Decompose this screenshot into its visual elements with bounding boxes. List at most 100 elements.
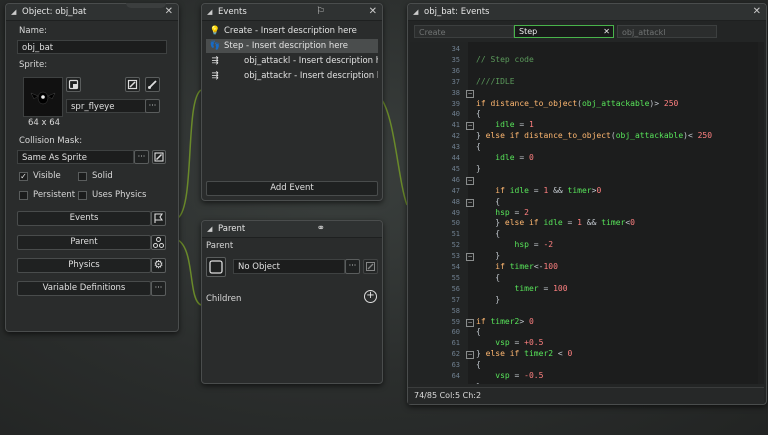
fold-toggle-icon[interactable]: − xyxy=(466,318,474,327)
code-panel-title[interactable]: ◢ obj_bat: Events ✕ xyxy=(408,4,766,21)
code-line: } xyxy=(476,294,501,304)
line-number: 34 xyxy=(451,45,460,53)
parent-select[interactable]: No Object xyxy=(233,259,345,274)
gear-icon[interactable]: ⚙ xyxy=(151,258,166,273)
code-line: } xyxy=(476,382,481,384)
collapse-icon[interactable]: ◢ xyxy=(413,4,418,20)
line-number: 56 xyxy=(451,284,460,293)
add-event-button[interactable]: Add Event xyxy=(206,181,378,196)
line-number: 47 xyxy=(451,186,460,195)
hierarchy-icon[interactable]: ⚭ xyxy=(317,221,325,237)
solid-label: Solid xyxy=(92,171,113,181)
variable-definitions-button[interactable]: Variable Definitions xyxy=(17,281,151,296)
code-line: idle = 1 xyxy=(495,120,534,130)
code-editor[interactable]: 34 35// Step code 36 37////IDLE 38−39 if dist… xyxy=(410,42,764,384)
flag-icon[interactable] xyxy=(151,211,166,226)
object-icon[interactable] xyxy=(206,257,226,277)
close-icon[interactable]: ✕ xyxy=(165,4,173,20)
children-label: Children xyxy=(206,294,242,304)
code-line: { xyxy=(476,109,481,119)
code-line: if idle = 1 && timer>0 xyxy=(495,185,602,195)
visible-checkbox[interactable]: ✓ xyxy=(19,172,28,181)
line-number: 50 xyxy=(451,219,460,228)
code-editor-panel: ◢ obj_bat: Events ✕ Create Step ✕ obj_at… xyxy=(407,3,767,405)
line-number: 49 xyxy=(451,208,460,217)
physics-button[interactable]: Physics xyxy=(17,258,151,273)
collapse-icon[interactable]: ◢ xyxy=(11,4,16,20)
edit-sprite-button[interactable] xyxy=(125,77,140,92)
line-number: 63 xyxy=(451,361,460,370)
close-icon[interactable]: ✕ xyxy=(369,4,377,20)
code-line: } else if idle = 1 && timer<0 xyxy=(476,218,635,228)
code-line: if timer2> 0 xyxy=(476,316,534,326)
line-number: 60 xyxy=(451,328,460,337)
parent-button[interactable]: Parent xyxy=(17,235,151,250)
event-item-step[interactable]: 👣 Step - Insert description here xyxy=(206,39,378,53)
line-number: 64 xyxy=(451,372,460,380)
uses-physics-checkbox[interactable] xyxy=(78,191,87,200)
persistent-checkbox[interactable] xyxy=(19,191,28,200)
sprite-more-button[interactable]: ··· xyxy=(145,99,160,113)
line-number: 37 xyxy=(451,77,460,86)
line-number: 57 xyxy=(451,295,460,304)
vardef-more-button[interactable]: ··· xyxy=(151,281,166,296)
line-number: 41 xyxy=(451,121,460,130)
code-line: { xyxy=(476,229,501,239)
collapse-icon[interactable]: ◢ xyxy=(207,221,212,237)
line-number: 46 xyxy=(451,175,460,184)
new-sprite-button[interactable] xyxy=(66,77,81,92)
line-number: 52 xyxy=(451,241,460,250)
events-button[interactable]: Events xyxy=(17,211,151,226)
event-label: Step - Insert description here xyxy=(224,41,349,51)
tab-create[interactable]: Create xyxy=(414,25,514,38)
parent-panel: ◢ Parent ⚭ Parent No Object ··· Children… xyxy=(201,220,383,384)
code-line: ////IDLE xyxy=(476,76,515,86)
line-number: 36 xyxy=(451,66,460,75)
event-item-obj-attackl[interactable]: ⇶ obj_attackl - Insert description here xyxy=(206,54,378,68)
collision-icon: ⇶ xyxy=(211,56,219,66)
line-number: 61 xyxy=(451,339,460,348)
fold-toggle-icon[interactable]: − xyxy=(466,176,474,185)
scrollbar[interactable] xyxy=(758,42,764,384)
object-panel-title-text: Object: obj_bat xyxy=(22,7,87,17)
persistent-label: Persistent xyxy=(33,190,76,200)
bulb-icon: 💡 xyxy=(209,26,221,36)
parent-more-button[interactable]: ··· xyxy=(345,259,360,274)
collision-icon: ⇶ xyxy=(211,71,219,81)
sprite-preview[interactable] xyxy=(23,77,63,117)
line-number: 58 xyxy=(451,306,460,315)
event-item-create[interactable]: 💡 Create - Insert description here xyxy=(206,24,378,38)
brush-icon[interactable] xyxy=(145,77,160,92)
line-number: 43 xyxy=(451,143,460,152)
sprite-label: Sprite: xyxy=(19,60,48,70)
line-number: 35 xyxy=(451,55,460,64)
solid-checkbox[interactable] xyxy=(78,172,87,181)
edit-parent-button[interactable] xyxy=(363,259,378,274)
event-item-obj-attackr[interactable]: ⇶ obj_attackr - Insert description here xyxy=(206,69,378,83)
edit-mask-button[interactable] xyxy=(152,150,166,164)
events-panel-title[interactable]: ◢ Events ⚐ ✕ xyxy=(202,4,382,21)
collapse-icon[interactable]: ◢ xyxy=(207,4,212,20)
name-field[interactable]: obj_bat xyxy=(17,40,167,54)
flag-icon[interactable]: ⚐ xyxy=(316,4,325,20)
fold-toggle-icon[interactable]: − xyxy=(466,351,474,360)
fold-toggle-icon[interactable]: − xyxy=(466,253,474,262)
fold-toggle-icon[interactable]: − xyxy=(466,89,474,98)
tab-step[interactable]: Step ✕ xyxy=(514,25,614,38)
close-icon[interactable]: ✕ xyxy=(753,4,761,20)
sprite-select[interactable]: spr_flyeye xyxy=(66,99,146,113)
code-line: { xyxy=(476,360,481,370)
collision-more-button[interactable]: ··· xyxy=(134,150,149,164)
parent-panel-title[interactable]: ◢ Parent ⚭ xyxy=(202,221,382,238)
fold-toggle-icon[interactable]: − xyxy=(466,122,474,131)
add-child-icon[interactable]: + xyxy=(364,290,377,303)
fold-toggle-icon[interactable]: − xyxy=(466,198,474,207)
code-line: hsp = 2 xyxy=(495,207,529,217)
event-label: Create - Insert description here xyxy=(224,26,357,36)
tab-obj-attackl[interactable]: obj_attackl xyxy=(617,25,717,38)
collision-mask-select[interactable]: Same As Sprite xyxy=(17,150,134,164)
code-line: timer = 100 xyxy=(514,283,568,293)
line-number: 44 xyxy=(451,154,460,162)
close-tab-icon[interactable]: ✕ xyxy=(603,26,610,38)
hierarchy-icon[interactable] xyxy=(151,235,166,250)
